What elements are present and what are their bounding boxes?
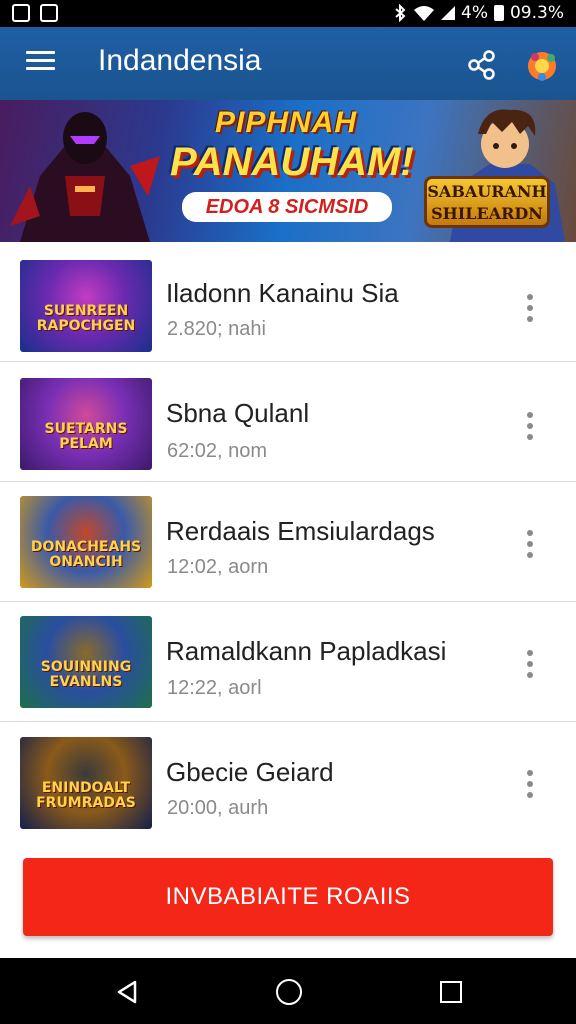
more-vertical-icon[interactable] xyxy=(526,770,534,800)
list-item-time: 62:02, nom xyxy=(167,440,268,462)
list-item-thumbnail: SUETARNS PELAM xyxy=(20,378,152,470)
thumbnail-text: SUETARNS PELAM xyxy=(44,421,128,452)
notification-icon xyxy=(12,4,30,22)
list-item-title: Rerdaais Emsiulardags xyxy=(166,516,435,546)
status-bar: 4% 09.3% xyxy=(0,0,576,27)
list-item-time: 12:22, aorl xyxy=(167,677,262,699)
bluetooth-icon xyxy=(395,4,406,22)
primary-action-button[interactable]: INVBABIAITE ROAIIS xyxy=(23,858,553,936)
list-item-title: Sbna Qulanl xyxy=(166,398,310,428)
list-item-thumbnail: SUENREEN RAPOCHGEN xyxy=(20,260,152,352)
home-circle-icon[interactable] xyxy=(276,979,302,1005)
banner-badge: SABAURANH SHILEARDN xyxy=(424,176,550,228)
status-notifications xyxy=(12,4,58,22)
more-vertical-icon[interactable] xyxy=(526,294,534,324)
gallery-notification-icon xyxy=(40,4,58,22)
avatar-icon[interactable] xyxy=(525,49,559,83)
app-bar: Indandensia xyxy=(0,27,576,100)
signal-icon xyxy=(441,6,455,20)
more-vertical-icon[interactable] xyxy=(526,530,534,560)
list-item-time: 20:00, aurh xyxy=(167,797,269,819)
banner-subtitle: EDOA 8 SICMSID xyxy=(182,192,392,222)
banner-title: PANAUHAM! xyxy=(170,140,414,184)
thumbnail-text: DONACHEAHS ONANCIH xyxy=(30,539,142,570)
wifi-icon xyxy=(414,6,434,21)
list-item-time: 12:02, aorn xyxy=(167,556,269,578)
share-icon[interactable] xyxy=(466,49,498,81)
status-time: 09.3% xyxy=(509,3,564,23)
hamburger-menu-icon[interactable] xyxy=(26,51,55,75)
more-vertical-icon[interactable] xyxy=(526,650,534,680)
battery-percent-text: 4% xyxy=(461,3,488,23)
list-item[interactable]: ENINDOALT FRUMRADAS Gbecie Geiard 20:00,… xyxy=(0,722,576,842)
thumbnail-text: SUENREEN RAPOCHGEN xyxy=(36,303,136,334)
recents-square-icon[interactable] xyxy=(440,981,462,1003)
list-item[interactable]: SUENREEN RAPOCHGEN Iladonn Kanainu Sia 2… xyxy=(0,242,576,362)
list-item-title: Gbecie Geiard xyxy=(166,757,334,787)
list-item-time: 2.820; nahi xyxy=(167,318,266,340)
list-item[interactable]: SUETARNS PELAM Sbna Qulanl 62:02, nom xyxy=(0,362,576,482)
list-item-thumbnail: ENINDOALT FRUMRADAS xyxy=(20,737,152,829)
status-indicators: 4% 09.3% xyxy=(393,3,564,23)
system-nav-bar xyxy=(0,958,576,1024)
promo-banner[interactable]: PIPHNAH PANAUHAM! EDOA 8 SICMSID SABAURA… xyxy=(0,100,576,242)
list-item-thumbnail: DONACHEAHS ONANCIH xyxy=(20,496,152,588)
banner-headline: PIPHNAH xyxy=(215,106,358,139)
more-vertical-icon[interactable] xyxy=(526,412,534,442)
thumbnail-text: SOUINNING EVANLNS xyxy=(40,659,132,690)
list-item-title: Iladonn Kanainu Sia xyxy=(166,278,399,308)
list-item[interactable]: DONACHEAHS ONANCIH Rerdaais Emsiulardags… xyxy=(0,482,576,602)
back-triangle-icon[interactable] xyxy=(116,980,138,1004)
masked-hero-illustration xyxy=(10,112,160,242)
list-item[interactable]: SOUINNING EVANLNS Ramaldkann Papladkasi … xyxy=(0,602,576,722)
battery-icon xyxy=(493,5,504,21)
list-item-thumbnail: SOUINNING EVANLNS xyxy=(20,616,152,708)
list-item-title: Ramaldkann Papladkasi xyxy=(166,636,447,666)
thumbnail-text: ENINDOALT FRUMRADAS xyxy=(36,780,136,811)
app-title: Indandensia xyxy=(98,44,262,77)
